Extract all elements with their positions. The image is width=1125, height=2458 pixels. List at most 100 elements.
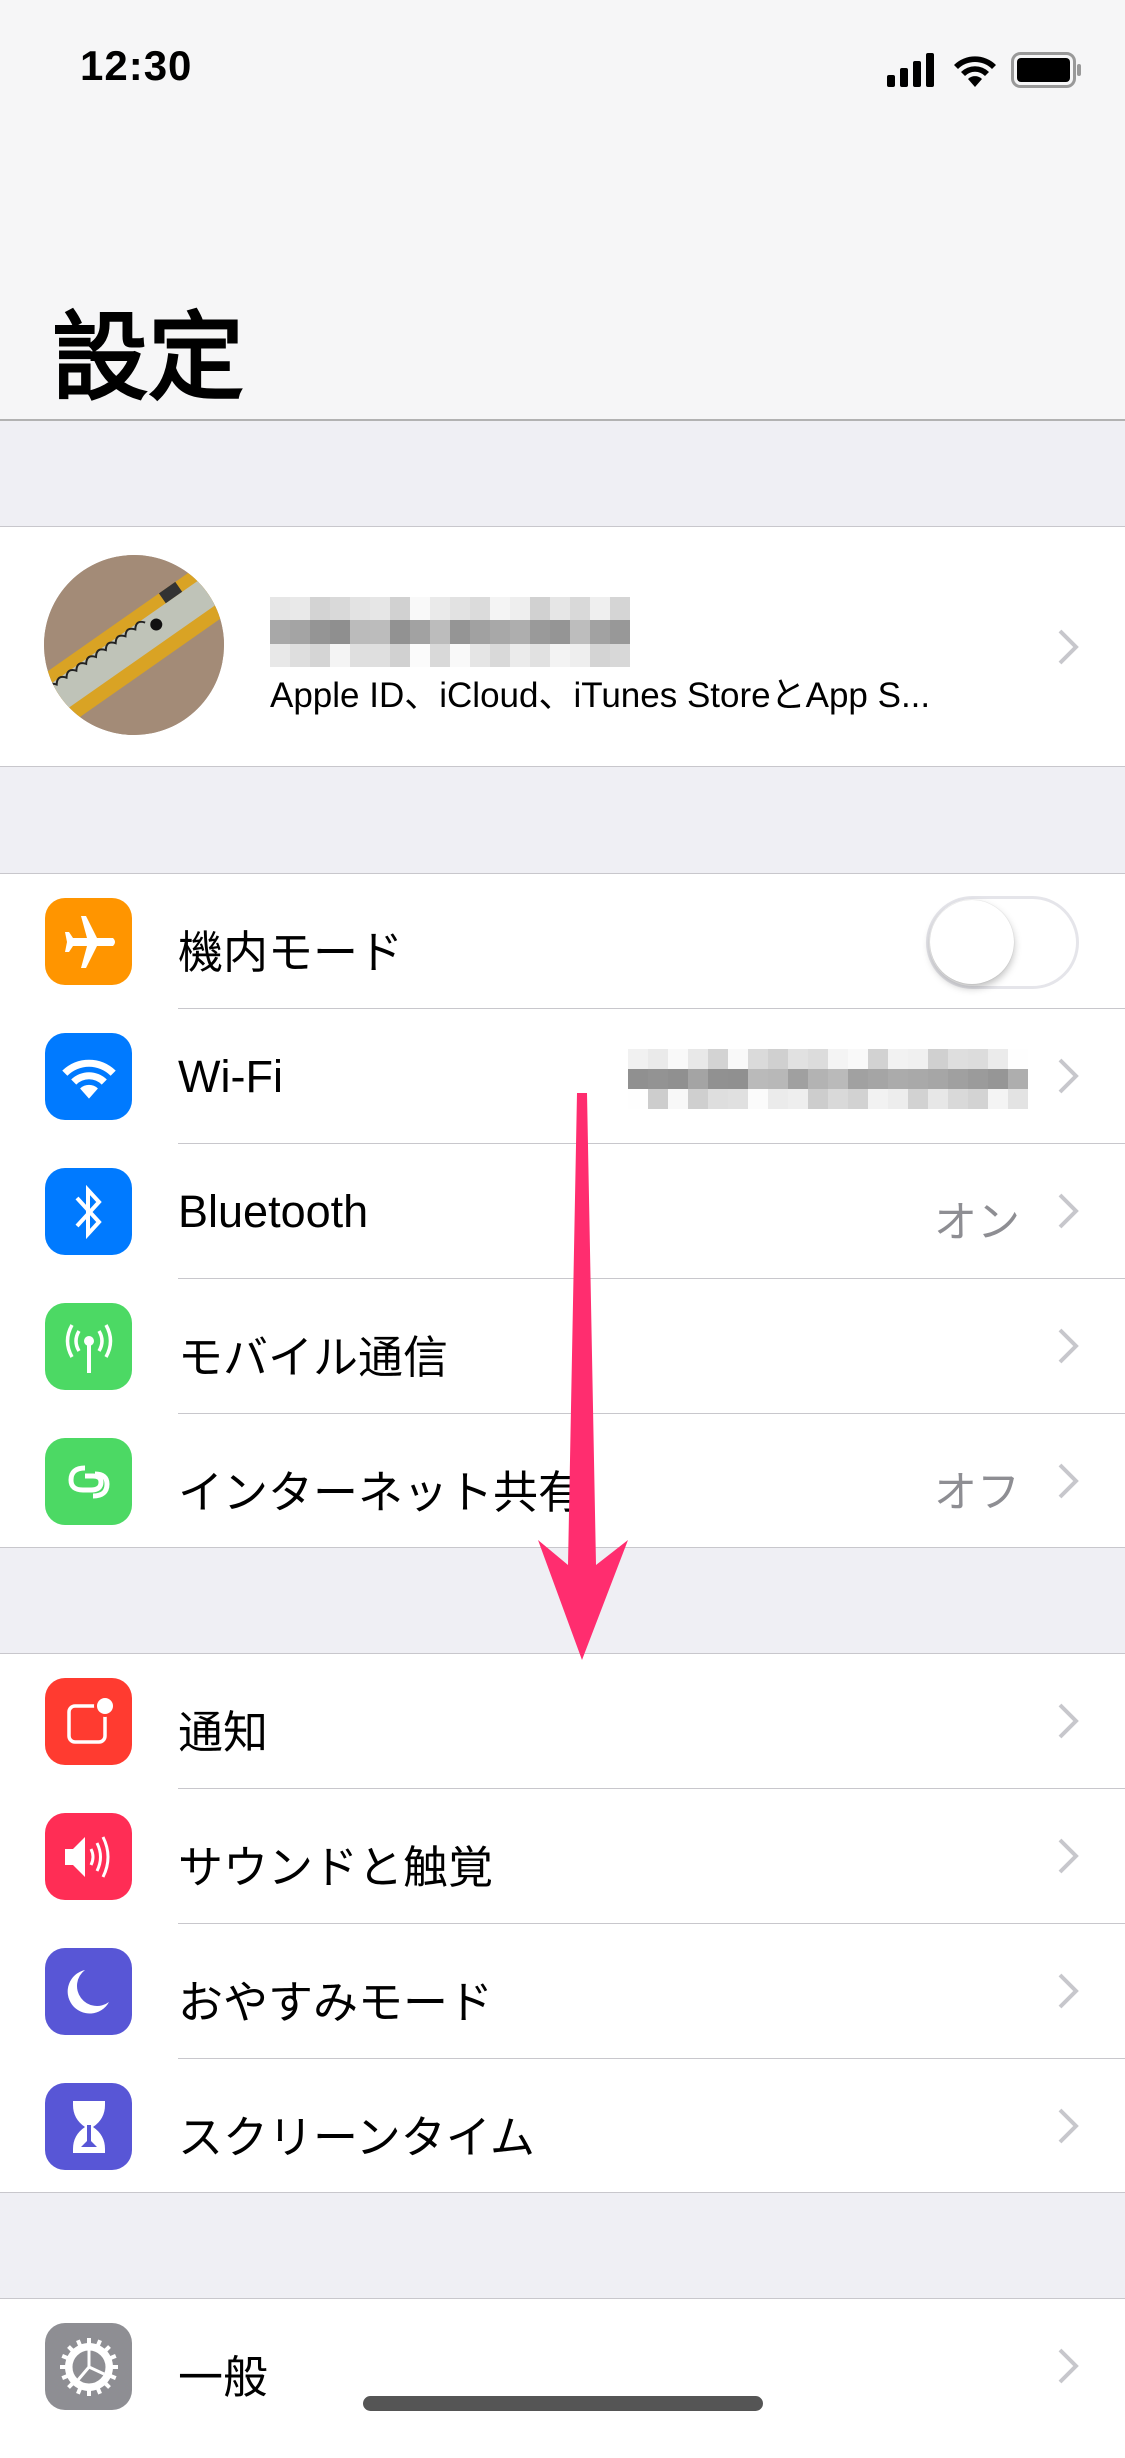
blur-block	[728, 1089, 748, 1109]
row-notifications[interactable]: 通知	[0, 1654, 1125, 1789]
blur-block	[610, 643, 630, 667]
blur-block	[390, 597, 410, 621]
blur-block	[590, 643, 610, 667]
row-personal-hotspot[interactable]: インターネット共有 オフ	[0, 1414, 1125, 1549]
blur-block	[788, 1089, 808, 1109]
blur-block	[550, 620, 570, 644]
wifi-network-name-blurred	[628, 1049, 1028, 1109]
toggle-knob	[930, 900, 1014, 984]
blur-block	[928, 1069, 948, 1089]
blur-block	[310, 643, 330, 667]
blur-block	[370, 643, 390, 667]
blur-block	[270, 620, 290, 644]
blur-block	[290, 643, 310, 667]
blur-block	[988, 1089, 1008, 1109]
row-sounds-haptics[interactable]: サウンドと触覚	[0, 1789, 1125, 1924]
row-label: 機内モード	[178, 927, 404, 978]
blur-block	[868, 1089, 888, 1109]
blur-block	[350, 643, 370, 667]
row-general[interactable]: 一般	[0, 2299, 1125, 2434]
status-icons	[887, 52, 1083, 88]
profile-name-blurred	[270, 597, 630, 667]
blur-block	[808, 1049, 828, 1069]
blur-block	[590, 620, 610, 644]
blur-block	[668, 1069, 688, 1089]
blur-block	[410, 643, 430, 667]
blur-block	[748, 1069, 768, 1089]
blur-block	[708, 1049, 728, 1069]
blur-block	[848, 1049, 868, 1069]
blur-block	[988, 1049, 1008, 1069]
row-do-not-disturb[interactable]: おやすみモード	[0, 1924, 1125, 2059]
row-label: Wi-Fi	[178, 1051, 283, 1102]
blur-block	[628, 1089, 648, 1109]
blur-block	[310, 620, 330, 644]
blur-block	[470, 597, 490, 621]
blur-block	[808, 1069, 828, 1089]
blur-block	[848, 1089, 868, 1109]
blur-block	[510, 597, 530, 621]
blur-block	[788, 1049, 808, 1069]
blur-block	[310, 597, 330, 621]
row-bluetooth[interactable]: Bluetooth オン	[0, 1144, 1125, 1279]
blur-block	[470, 620, 490, 644]
blur-block	[530, 643, 550, 667]
blur-block	[390, 643, 410, 667]
row-airplane-mode[interactable]: 機内モード	[0, 874, 1125, 1009]
blur-block	[648, 1069, 668, 1089]
profile-subtitle: Apple ID、iCloud、iTunes StoreとApp S...	[270, 676, 931, 715]
blur-block	[330, 620, 350, 644]
row-wifi[interactable]: Wi-Fi	[0, 1009, 1125, 1144]
row-label: 通知	[178, 1707, 269, 1758]
blur-block	[470, 643, 490, 667]
blur-block	[490, 643, 510, 667]
blur-block	[868, 1069, 888, 1089]
row-mobile-data[interactable]: モバイル通信	[0, 1279, 1125, 1414]
row-label: Bluetooth	[178, 1186, 369, 1237]
blur-block	[1008, 1049, 1028, 1069]
home-indicator[interactable]	[363, 2396, 763, 2411]
blur-block	[1008, 1069, 1028, 1089]
chevron-right-icon	[1058, 1328, 1079, 1364]
blur-block	[350, 620, 370, 644]
blur-block	[450, 643, 470, 667]
blur-block	[350, 597, 370, 621]
blur-block	[968, 1089, 988, 1109]
airplane-icon	[45, 898, 132, 985]
airplane-mode-toggle[interactable]	[926, 896, 1079, 989]
page-title: 設定	[52, 305, 244, 412]
blur-block	[688, 1049, 708, 1069]
blur-block	[848, 1069, 868, 1089]
chevron-right-icon	[1058, 1973, 1079, 2009]
connectivity-section: 機内モード Wi-Fi Bluetooth オン モバイル通信 インターネット共…	[0, 873, 1125, 1548]
wifi-icon	[45, 1033, 132, 1120]
blur-block	[688, 1089, 708, 1109]
notifications-section: 通知 サウンドと触覚 おやすみモード スクリーンタイム	[0, 1653, 1125, 2193]
blur-block	[270, 643, 290, 667]
cellular-signal-icon	[887, 53, 934, 87]
blur-block	[728, 1069, 748, 1089]
moon-icon	[45, 1948, 132, 2035]
row-screen-time[interactable]: スクリーンタイム	[0, 2059, 1125, 2194]
blur-block	[928, 1049, 948, 1069]
blur-block	[908, 1089, 928, 1109]
general-section: 一般	[0, 2298, 1125, 2458]
row-label: 一般	[178, 2352, 269, 2403]
blur-block	[290, 597, 310, 621]
blur-block	[410, 597, 430, 621]
bluetooth-icon	[45, 1168, 132, 1255]
blur-block	[888, 1069, 908, 1089]
blur-block	[530, 597, 550, 621]
avatar	[44, 555, 224, 735]
chevron-right-icon	[1058, 1703, 1079, 1739]
antenna-icon	[45, 1303, 132, 1390]
apple-id-profile-cell[interactable]: Apple ID、iCloud、iTunes StoreとApp S...	[0, 526, 1125, 767]
blur-block	[828, 1049, 848, 1069]
chevron-right-icon	[1058, 1193, 1079, 1229]
blur-block	[430, 643, 450, 667]
blur-block	[370, 620, 390, 644]
hotspot-status: オフ	[934, 1469, 1020, 1517]
blur-block	[788, 1069, 808, 1089]
blur-block	[768, 1049, 788, 1069]
blur-block	[430, 597, 450, 621]
